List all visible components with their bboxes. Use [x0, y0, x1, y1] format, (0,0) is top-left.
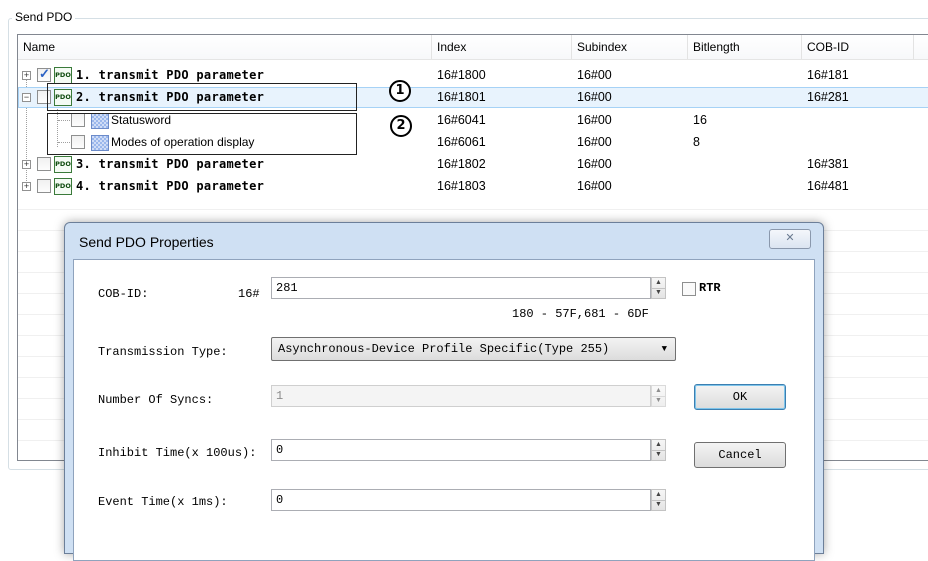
annotation-number-1: 1 [389, 80, 411, 102]
row-bitlength: 16 [693, 113, 707, 127]
row-bitlength: 8 [693, 135, 700, 149]
row-cobid: 16#481 [807, 179, 849, 193]
column-header-subindex[interactable]: Subindex [572, 35, 688, 59]
pdo-icon: PDO [54, 67, 72, 84]
pdo-icon: PDO [54, 156, 72, 173]
row-index: 16#1801 [437, 90, 486, 104]
event-time-spinner[interactable]: ▲ ▼ [651, 489, 666, 511]
row-index: 16#1800 [437, 68, 486, 82]
row-subindex: 16#00 [577, 90, 612, 104]
row-index: 16#1802 [437, 157, 486, 171]
row-subindex: 16#00 [577, 113, 612, 127]
pdo-icon: PDO [54, 178, 72, 195]
event-time-input[interactable]: 0 [271, 489, 651, 511]
send-pdo-properties-dialog: Send PDO Properties ✕ COB-ID: 16# 281 ▲ … [64, 222, 824, 561]
syncs-label: Number Of Syncs: [98, 393, 214, 407]
syncs-spinner: ▲ ▼ [651, 385, 666, 407]
pdo-1-checkbox[interactable]: ✓ [37, 66, 51, 82]
row-cobid: 16#381 [807, 157, 849, 171]
annotation-box-1 [47, 83, 357, 111]
cobid-label: COB-ID: [98, 287, 149, 301]
row-subindex: 16#00 [577, 135, 612, 149]
column-header-name[interactable]: Name [18, 35, 432, 59]
row-subindex: 16#00 [577, 179, 612, 193]
spin-down-icon[interactable]: ▼ [652, 288, 665, 298]
cobid-range-hint: 180 - 57F,681 - 6DF [512, 307, 649, 321]
row-index: 16#6041 [437, 113, 486, 127]
close-icon: ✕ [785, 232, 795, 244]
list-header: Name Index Subindex Bitlength COB-ID [18, 35, 928, 60]
row-cobid: 16#181 [807, 68, 849, 82]
column-header-cobid[interactable]: COB-ID [802, 35, 914, 59]
table-row-pdo-3[interactable]: + PDO 3. transmit PDO parameter 16#1802 … [18, 154, 928, 175]
rtr-label: RTR [699, 281, 721, 295]
pdo-4-checkbox[interactable] [37, 179, 51, 193]
cobid-spinner[interactable]: ▲ ▼ [651, 277, 666, 299]
syncs-input: 1 [271, 385, 651, 407]
dialog-title: Send PDO Properties [79, 234, 214, 250]
event-time-label: Event Time(x 1ms): [98, 495, 228, 509]
checkmark-icon: ✓ [39, 66, 50, 81]
inhibit-time-spinner[interactable]: ▲ ▼ [651, 439, 666, 461]
table-row-pdo-4[interactable]: + PDO 4. transmit PDO parameter 16#1803 … [18, 176, 928, 197]
column-header-bitlength[interactable]: Bitlength [688, 35, 802, 59]
transmission-type-label: Transmission Type: [98, 345, 228, 359]
row-index: 16#1803 [437, 179, 486, 193]
expand-toggle[interactable]: + [22, 182, 31, 191]
expand-toggle[interactable]: + [22, 71, 31, 80]
rtr-checkbox[interactable] [682, 282, 696, 296]
row-cobid: 16#281 [807, 90, 849, 104]
dialog-body: COB-ID: 16# 281 ▲ ▼ RTR 180 - 57F,681 - … [73, 259, 815, 561]
collapse-toggle[interactable]: − [22, 93, 31, 102]
chevron-down-icon: ▼ [661, 344, 667, 354]
row-subindex: 16#00 [577, 68, 612, 82]
row-index: 16#6061 [437, 135, 486, 149]
cobid-input[interactable]: 281 [271, 277, 651, 299]
spin-down-icon[interactable]: ▼ [652, 450, 665, 460]
row-subindex: 16#00 [577, 157, 612, 171]
annotation-number-2: 2 [390, 115, 412, 137]
close-button[interactable]: ✕ [769, 229, 811, 249]
inhibit-time-label: Inhibit Time(x 100us): [98, 446, 257, 460]
inhibit-time-input[interactable]: 0 [271, 439, 651, 461]
cancel-button[interactable]: Cancel [694, 442, 786, 468]
expand-toggle[interactable]: + [22, 160, 31, 169]
spin-down-icon: ▼ [655, 397, 662, 404]
grid-line [18, 209, 928, 210]
annotation-box-2 [47, 113, 357, 155]
ok-button[interactable]: OK [694, 384, 786, 410]
spin-down-icon[interactable]: ▼ [652, 500, 665, 510]
pdo-3-checkbox[interactable] [37, 157, 51, 171]
transmission-type-value: Asynchronous-Device Profile Specific(Typ… [278, 342, 610, 356]
row-name: 3. transmit PDO parameter [76, 157, 265, 171]
row-name: 4. transmit PDO parameter [76, 179, 265, 193]
column-header-index[interactable]: Index [432, 35, 572, 59]
transmission-type-select[interactable]: Asynchronous-Device Profile Specific(Typ… [271, 337, 676, 361]
cobid-prefix: 16# [238, 287, 260, 301]
group-title: Send PDO [12, 10, 76, 24]
